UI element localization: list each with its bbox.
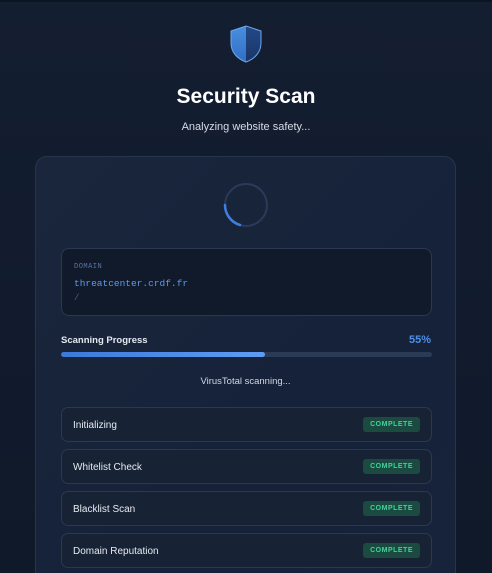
step-label: Domain Reputation: [73, 546, 159, 557]
top-border: [0, 0, 492, 2]
progress-bar-fill: [61, 352, 266, 357]
domain-value: threatcenter.crdf.fr: [74, 278, 189, 289]
page-subtitle: Analyzing website safety...: [181, 121, 311, 133]
domain-path: /: [74, 293, 80, 303]
status-badge: COMPLETE: [363, 501, 420, 516]
page-title: Security Scan: [176, 85, 316, 108]
step-label: Initializing: [73, 420, 117, 431]
step-label: Whitelist Check: [73, 462, 142, 473]
step-item-initializing: Initializing COMPLETE: [61, 407, 432, 442]
spinner-icon: [223, 183, 268, 227]
progress-label: Scanning Progress: [61, 335, 148, 346]
step-item-blacklist-scan: Blacklist Scan COMPLETE: [61, 491, 432, 526]
progress-bar: [61, 352, 432, 357]
scan-status-text: VirusTotal scanning...: [200, 376, 291, 387]
step-item-whitelist-check: Whitelist Check COMPLETE: [61, 449, 432, 484]
scan-card: DOMAIN threatcenter.crdf.fr / Scanning P…: [35, 156, 456, 573]
security-scan-page: Security Scan Analyzing website safety..…: [0, 0, 492, 573]
status-badge: COMPLETE: [363, 417, 420, 432]
domain-box: DOMAIN threatcenter.crdf.fr /: [61, 248, 432, 316]
shield-icon: [230, 25, 262, 63]
status-badge: COMPLETE: [363, 543, 420, 558]
progress-percent: 55%: [408, 334, 431, 346]
step-label: Blacklist Scan: [73, 504, 136, 515]
status-badge: COMPLETE: [363, 459, 420, 474]
step-item-domain-reputation: Domain Reputation COMPLETE: [61, 533, 432, 568]
domain-label: DOMAIN: [74, 263, 103, 271]
